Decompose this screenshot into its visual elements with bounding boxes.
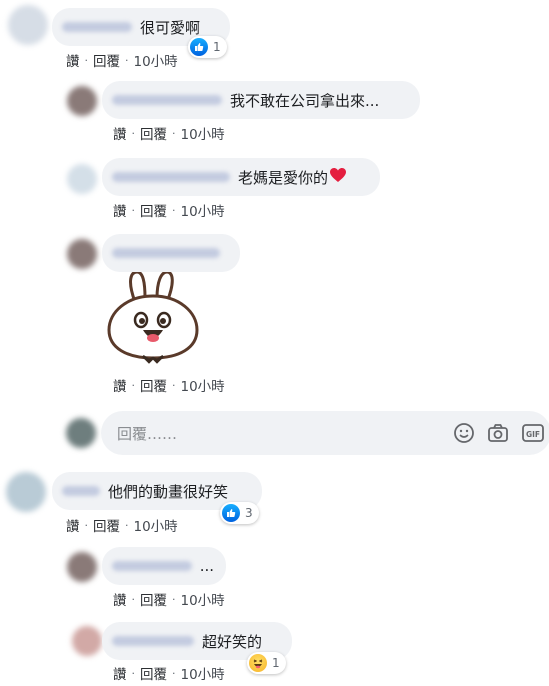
comment-bubble: 老媽是愛你的 xyxy=(102,158,380,196)
haha-reaction-icon xyxy=(249,654,267,672)
comment-actions: 讚 · 回覆 · 10小時 xyxy=(66,515,178,536)
reply-link[interactable]: 回覆 xyxy=(140,200,167,220)
like-reaction-icon xyxy=(222,504,240,522)
author-name[interactable] xyxy=(112,248,220,258)
comment-text: 他們的動畫很好笑 xyxy=(108,482,229,501)
reaction-count-value: 1 xyxy=(213,40,221,54)
avatar[interactable] xyxy=(72,626,102,656)
separator: · xyxy=(172,666,176,680)
like-link[interactable]: 讚 xyxy=(66,50,80,70)
avatar[interactable] xyxy=(67,239,97,269)
avatar[interactable] xyxy=(8,5,48,45)
separator: · xyxy=(131,203,136,217)
comment-actions: 讚 · 回覆 · 10小時 xyxy=(66,50,178,71)
like-link[interactable]: 讚 xyxy=(113,375,127,395)
reaction-count-value: 1 xyxy=(272,656,280,670)
bunny-sticker[interactable] xyxy=(105,270,201,372)
heart-emoji-icon xyxy=(329,167,347,187)
author-name[interactable] xyxy=(112,561,192,571)
reply-link[interactable]: 回覆 xyxy=(93,50,120,70)
emoji-icon[interactable] xyxy=(453,422,475,448)
separator: · xyxy=(125,518,129,532)
timestamp[interactable]: 10小時 xyxy=(181,200,225,220)
separator: · xyxy=(172,126,176,140)
comment-actions: 讚 · 回覆 · 10小時 xyxy=(113,123,225,144)
like-reaction-icon xyxy=(190,38,208,56)
timestamp[interactable]: 10小時 xyxy=(134,515,178,535)
separator: · xyxy=(84,53,89,67)
timestamp[interactable]: 10小時 xyxy=(134,50,178,70)
avatar[interactable] xyxy=(67,86,97,116)
comment-bubble xyxy=(102,234,240,272)
reply-link[interactable]: 回覆 xyxy=(140,589,167,609)
comment-text: 超好笑的 xyxy=(202,632,263,651)
comment-actions: 讚 · 回覆 · 10小時 xyxy=(113,200,225,221)
svg-text:GIF: GIF xyxy=(526,430,540,439)
separator: · xyxy=(131,378,136,392)
separator: · xyxy=(172,592,176,606)
reply-link[interactable]: 回覆 xyxy=(140,663,167,683)
like-link[interactable]: 讚 xyxy=(113,200,127,220)
avatar[interactable] xyxy=(66,418,96,448)
author-name[interactable] xyxy=(62,486,100,496)
comment-text: 很可愛啊 xyxy=(140,18,201,37)
timestamp[interactable]: 10小時 xyxy=(181,375,225,395)
comment-text: ... xyxy=(199,557,214,575)
comment-actions: 讚 · 回覆 · 10小時 xyxy=(113,663,225,684)
reply-input[interactable]: 回覆…… GIF xyxy=(101,411,549,455)
comment-actions: 讚 · 回覆 · 10小時 xyxy=(113,375,225,396)
avatar[interactable] xyxy=(67,552,97,582)
like-link[interactable]: 讚 xyxy=(113,123,127,143)
reply-input-icons: GIF xyxy=(453,422,545,448)
avatar[interactable] xyxy=(67,164,97,194)
camera-icon[interactable] xyxy=(487,422,509,448)
comment-text: 我不敢在公司拿出來... xyxy=(230,91,380,110)
timestamp[interactable]: 10小時 xyxy=(181,589,225,609)
separator: · xyxy=(172,378,176,392)
comment-bubble: 我不敢在公司拿出來... xyxy=(102,81,420,119)
comment-text: 老媽是愛你的 xyxy=(238,168,329,187)
gif-icon[interactable]: GIF xyxy=(521,422,545,448)
like-link[interactable]: 讚 xyxy=(113,663,127,683)
avatar[interactable] xyxy=(6,472,46,512)
author-name[interactable] xyxy=(112,95,222,105)
separator: · xyxy=(84,518,89,532)
timestamp[interactable]: 10小時 xyxy=(181,663,225,683)
reply-link[interactable]: 回覆 xyxy=(93,515,120,535)
separator: · xyxy=(131,666,136,680)
separator: · xyxy=(131,592,136,606)
reply-link[interactable]: 回覆 xyxy=(140,123,167,143)
reaction-count[interactable]: 1 xyxy=(247,652,286,674)
reply-link[interactable]: 回覆 xyxy=(140,375,167,395)
like-link[interactable]: 讚 xyxy=(66,515,80,535)
reaction-count-value: 3 xyxy=(245,506,253,520)
like-link[interactable]: 讚 xyxy=(113,589,127,609)
separator: · xyxy=(172,203,176,217)
separator: · xyxy=(131,126,136,140)
reaction-count[interactable]: 3 xyxy=(220,502,259,524)
author-name[interactable] xyxy=(62,22,132,32)
author-name[interactable] xyxy=(112,636,194,646)
timestamp[interactable]: 10小時 xyxy=(181,123,225,143)
comment-bubble: ... xyxy=(102,547,226,585)
reply-placeholder: 回覆…… xyxy=(117,424,178,443)
comment-actions: 讚 · 回覆 · 10小時 xyxy=(113,589,225,610)
separator: · xyxy=(125,53,129,67)
reaction-count[interactable]: 1 xyxy=(188,36,227,58)
author-name[interactable] xyxy=(112,172,230,182)
